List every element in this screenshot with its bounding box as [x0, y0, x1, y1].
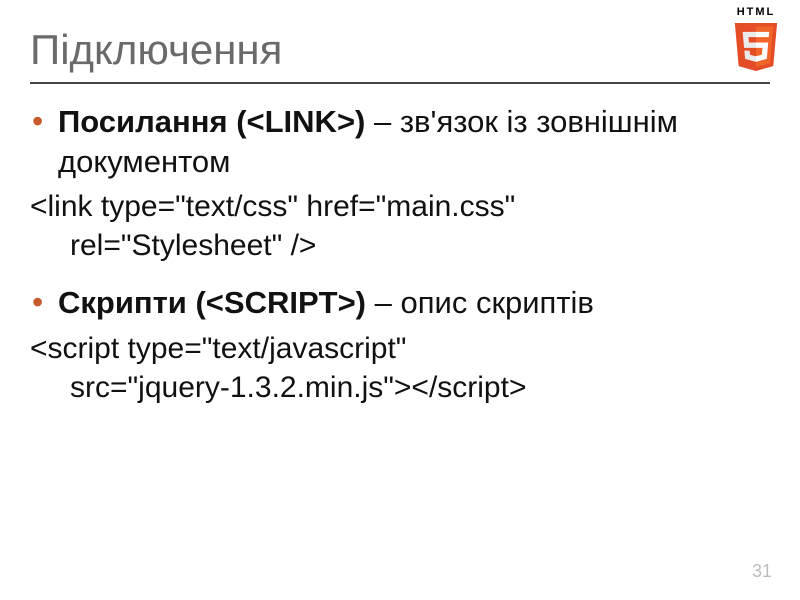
html5-shield-icon	[732, 20, 780, 74]
code-script: <script type="text/javascript" src="jque…	[30, 329, 770, 407]
bullet-script: Скрипти (<SCRIPT>) – опис скриптів	[30, 283, 770, 323]
html5-logo: HTML	[726, 6, 786, 74]
bullet-link: Посилання (<LINK>) – зв'язок із зовнішні…	[30, 102, 770, 181]
html5-logo-label: HTML	[726, 6, 786, 18]
code-script-line1: <script type="text/javascript"	[30, 332, 406, 365]
code-script-line2: src="jquery-1.3.2.min.js"></script>	[30, 368, 770, 407]
slide-content: Посилання (<LINK>) – зв'язок із зовнішні…	[30, 102, 770, 407]
slide-title: Підключення	[30, 26, 770, 74]
page-number: 31	[752, 561, 772, 582]
code-link-line2: rel="Stylesheet" />	[30, 226, 770, 265]
bullet-script-rest: – опис скриптів	[366, 285, 594, 320]
bullet-script-strong: Скрипти (<SCRIPT>)	[58, 285, 366, 320]
slide: HTML Підключення Посилання (<LINK>) – зв…	[0, 0, 800, 600]
code-link: <link type="text/css" href="main.css" re…	[30, 187, 770, 265]
bullet-link-strong: Посилання (<LINK>)	[58, 104, 365, 139]
code-link-line1: <link type="text/css" href="main.css"	[30, 190, 515, 223]
title-divider	[30, 82, 770, 84]
